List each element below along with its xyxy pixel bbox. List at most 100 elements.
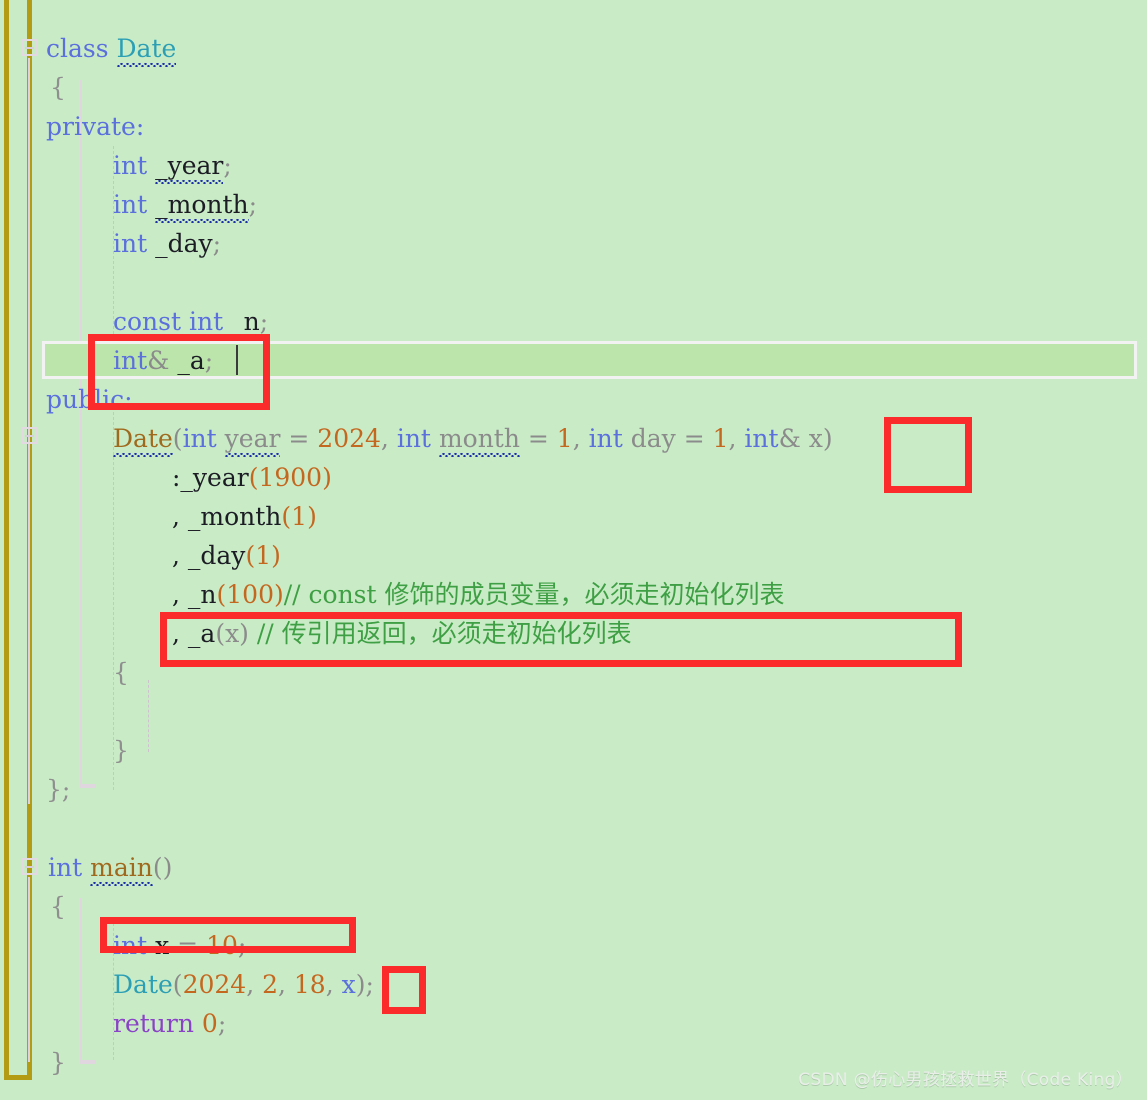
token-comma: ,: [728, 424, 745, 453]
token-number-1: 1: [556, 424, 573, 453]
code-line-private[interactable]: private:: [46, 107, 144, 146]
token-keyword-int: int: [182, 424, 217, 453]
code-line-member-year[interactable]: int _year;: [113, 146, 232, 185]
text-caret: [236, 345, 238, 375]
code-line-init-year[interactable]: :_year(1900): [172, 458, 332, 497]
code-line-member-day[interactable]: int _day;: [113, 224, 221, 263]
token-keyword-private: private:: [46, 112, 145, 141]
code-line-class-close[interactable]: };: [46, 770, 70, 809]
scope-guide-main-body: [80, 898, 82, 1064]
code-line-constructor-signature[interactable]: Date(int year = 2024, int month = 1, int…: [113, 419, 833, 458]
token-semicolon: ;: [237, 931, 247, 960]
token-comma: ,: [278, 970, 294, 999]
token-brace-close: }: [50, 1048, 66, 1077]
scope-guide-main-foot: [80, 1060, 96, 1064]
fold-toggle-constructor[interactable]: [21, 427, 38, 444]
token-brace-open: {: [50, 892, 66, 921]
code-line-init-day[interactable]: , _day(1): [172, 536, 281, 575]
token-semicolon: ;: [223, 151, 232, 180]
token-function-main: main: [90, 853, 153, 882]
code-line-member-n[interactable]: const int _n;: [113, 302, 268, 341]
token-equals: =: [519, 424, 557, 453]
token-comma: ,: [380, 424, 397, 453]
token-init-a: , _a: [172, 619, 216, 648]
code-line-date-instantiation[interactable]: Date(2024, 2, 18, x);: [113, 965, 374, 1004]
token-number-2024: 2024: [317, 424, 381, 453]
code-line-return[interactable]: return 0;: [113, 1004, 226, 1043]
code-line-init-n[interactable]: , _n(100)// const 修饰的成员变量，必须走初始化列表: [172, 575, 785, 614]
token-paren-close: ): [355, 970, 366, 999]
code-line-class-decl[interactable]: class Date: [46, 29, 176, 68]
token-init-month: , _month: [172, 502, 282, 531]
token-brace-open: {: [113, 658, 129, 687]
token-semicolon: ;: [248, 190, 258, 219]
token-number-18: 18: [293, 970, 326, 999]
token-keyword-int: int: [588, 424, 623, 453]
csdn-watermark: CSDN @伤心男孩拯救世界（Code King）: [798, 1070, 1133, 1090]
code-line-declare-x[interactable]: int x = 10;: [113, 926, 246, 965]
code-line-main-signature[interactable]: int main(): [48, 848, 172, 887]
token-paren-open: (: [172, 970, 183, 999]
code-line-main-open-brace[interactable]: {: [50, 887, 66, 926]
token-comma: ,: [246, 970, 263, 999]
indent-guide-ctor-body: [148, 680, 149, 752]
code-line-ctor-close-brace[interactable]: }: [113, 731, 129, 770]
token-function-date: Date: [113, 424, 173, 453]
token-comment-ref-note: // 传引用返回，必须走初始化列表: [248, 619, 632, 648]
token-type-date: Date: [113, 970, 173, 999]
code-line-class-open-brace[interactable]: {: [50, 68, 66, 107]
token-number-10: 10: [206, 931, 238, 960]
token-keyword-int: int: [113, 229, 148, 258]
token-number-0: 0: [193, 1009, 218, 1038]
token-keyword-public: public:: [46, 385, 133, 414]
code-line-public[interactable]: public:: [46, 380, 133, 419]
token-arg-x: (x): [215, 619, 249, 648]
token-comma: ,: [325, 970, 342, 999]
token-equals: =: [280, 424, 318, 453]
code-line-member-month[interactable]: int _month;: [113, 185, 257, 224]
token-brace-close: }: [113, 736, 129, 765]
token-number-2024: 2024: [182, 970, 247, 999]
token-number-1900: (1900): [248, 463, 332, 492]
token-brace-close-semi: };: [46, 775, 71, 804]
token-keyword-int: int: [113, 190, 148, 219]
token-keyword-int: int: [113, 151, 148, 180]
token-number-2: 2: [262, 970, 278, 999]
token-init-n: , _n: [172, 580, 217, 609]
annotation-box-param-intref: [884, 417, 972, 493]
token-keyword-int: int: [113, 931, 148, 960]
token-equals: =: [675, 424, 713, 453]
fold-toggle-class[interactable]: [21, 39, 38, 56]
token-paren-close: ): [822, 424, 833, 453]
code-line-init-month[interactable]: , _month(1): [172, 497, 317, 536]
token-number-1: 1: [712, 424, 729, 453]
annotation-box-argument-x: [382, 966, 426, 1014]
token-init-day: , _day: [172, 541, 246, 570]
token-variable-x: x: [341, 970, 356, 999]
token-keyword-int: int: [48, 853, 83, 882]
code-line-member-a[interactable]: int& _a;: [113, 341, 213, 380]
token-param-month: month: [438, 424, 520, 453]
code-editor-surface[interactable]: class Date { private: int _year; int _mo…: [0, 0, 1147, 1100]
token-param-x: x: [800, 424, 823, 453]
scope-guide-class-body: [80, 80, 82, 788]
token-number-1: (1): [281, 502, 317, 531]
token-member-n: _n: [231, 307, 260, 336]
token-number-1: (1): [245, 541, 281, 570]
code-line-ctor-open-brace[interactable]: {: [113, 653, 129, 692]
token-semicolon: ;: [259, 307, 269, 336]
token-keyword-int: int: [396, 424, 431, 453]
code-line-main-close-brace[interactable]: }: [50, 1043, 66, 1082]
token-keyword-return: return: [113, 1009, 194, 1038]
token-paren-open: (: [172, 424, 183, 453]
token-comma: ,: [572, 424, 589, 453]
token-number-100: (100): [216, 580, 284, 609]
fold-toggle-main[interactable]: [21, 858, 38, 875]
code-line-init-a[interactable]: , _a(x) // 传引用返回，必须走初始化列表: [172, 614, 632, 653]
token-equals: =: [177, 931, 207, 960]
